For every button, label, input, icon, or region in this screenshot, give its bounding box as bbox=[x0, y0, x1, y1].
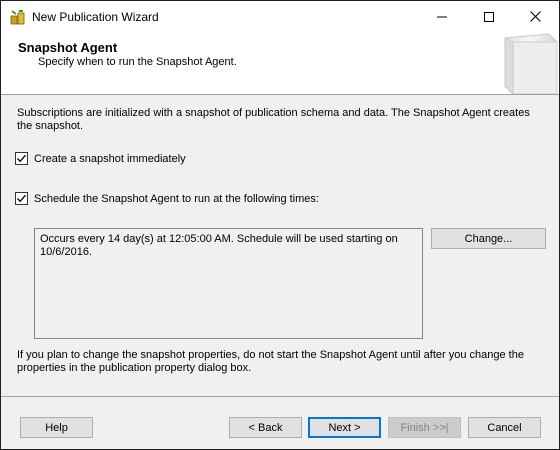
wizard-banner-graphic bbox=[499, 32, 559, 96]
wizard-header: Snapshot Agent Specify when to run the S… bbox=[1, 32, 559, 96]
schedule-agent-checkbox-row[interactable]: Schedule the Snapshot Agent to run at th… bbox=[15, 192, 319, 205]
next-button[interactable]: Next > bbox=[308, 417, 381, 438]
schedule-agent-checkbox[interactable] bbox=[15, 192, 28, 205]
wizard-window: New Publication Wizard Snapshot Agent Sp… bbox=[0, 0, 560, 450]
wizard-app-icon bbox=[10, 9, 26, 25]
create-snapshot-checkbox-row[interactable]: Create a snapshot immediately bbox=[15, 152, 186, 165]
create-snapshot-label: Create a snapshot immediately bbox=[34, 152, 186, 165]
change-schedule-button[interactable]: Change... bbox=[431, 228, 546, 249]
help-button[interactable]: Help bbox=[20, 417, 93, 438]
create-snapshot-checkbox[interactable] bbox=[15, 152, 28, 165]
checkmark-icon bbox=[17, 194, 26, 203]
page-subtitle: Specify when to run the Snapshot Agent. bbox=[38, 56, 237, 68]
schedule-agent-label: Schedule the Snapshot Agent to run at th… bbox=[34, 192, 319, 205]
wizard-body: Subscriptions are initialized with a sna… bbox=[1, 96, 559, 396]
wizard-footer: Help < Back Next > Finish >>| Cancel bbox=[1, 396, 559, 449]
close-icon bbox=[529, 11, 541, 22]
minimize-button[interactable] bbox=[419, 1, 465, 32]
close-button[interactable] bbox=[512, 1, 558, 32]
minimize-icon bbox=[437, 16, 447, 17]
page-title: Snapshot Agent bbox=[18, 40, 118, 55]
footnote-text: If you plan to change the snapshot prope… bbox=[17, 349, 524, 374]
title-bar: New Publication Wizard bbox=[1, 1, 559, 32]
schedule-description: Occurs every 14 day(s) at 12:05:00 AM. S… bbox=[34, 228, 423, 339]
window-title: New Publication Wizard bbox=[32, 10, 159, 24]
maximize-button[interactable] bbox=[466, 1, 512, 32]
cancel-button[interactable]: Cancel bbox=[468, 417, 541, 438]
intro-text: Subscriptions are initialized with a sna… bbox=[17, 107, 530, 132]
finish-button[interactable]: Finish >>| bbox=[388, 417, 461, 438]
back-button[interactable]: < Back bbox=[229, 417, 302, 438]
maximize-icon bbox=[484, 11, 494, 22]
checkmark-icon bbox=[17, 154, 26, 163]
